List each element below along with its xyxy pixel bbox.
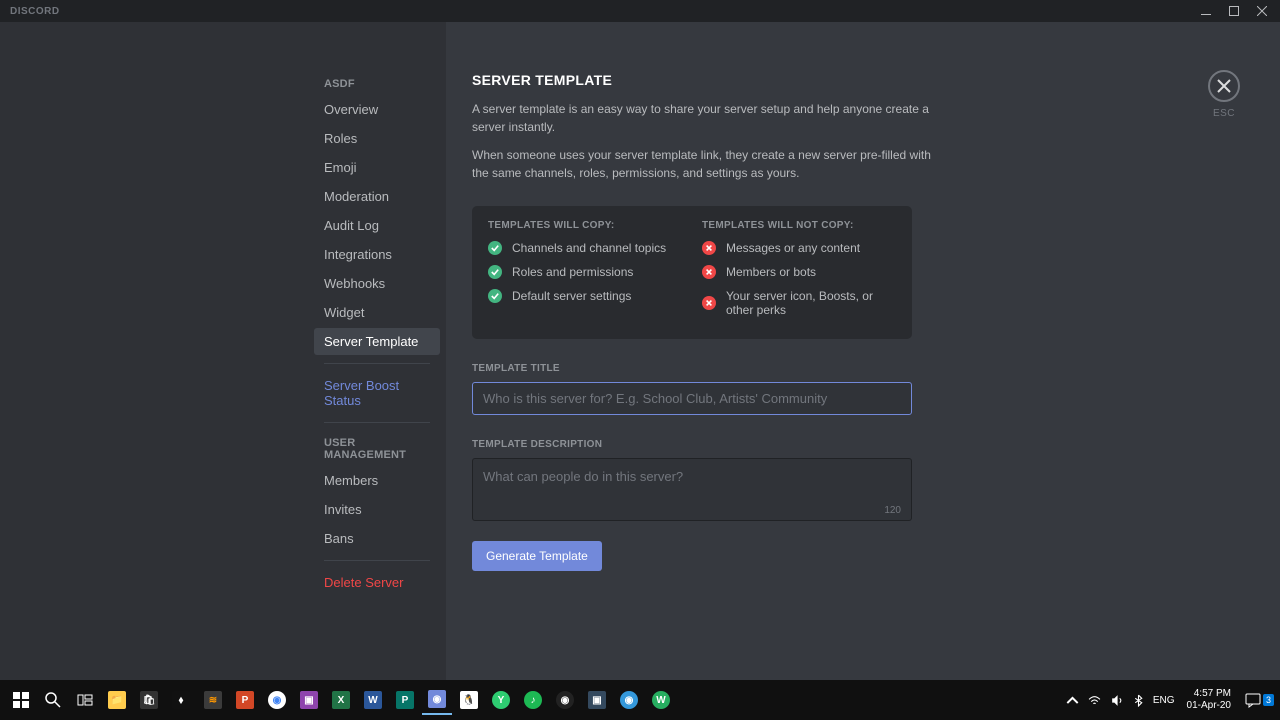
sidebar-item-delete-server[interactable]: Delete Server xyxy=(314,569,440,596)
tray-wifi-icon[interactable] xyxy=(1087,692,1103,708)
titlebar: DISCORD xyxy=(0,0,1280,22)
tray-datetime[interactable]: 4:57 PM 01-Apr-20 xyxy=(1181,688,1237,712)
taskbar-excel-icon[interactable]: X xyxy=(326,685,356,715)
close-icon xyxy=(1217,79,1231,93)
start-button[interactable] xyxy=(6,685,36,715)
wont-copy-text: Your server icon, Boosts, or other perks xyxy=(726,289,896,317)
taskbar-powerpoint-icon[interactable]: P xyxy=(230,685,260,715)
sidebar-item-audit-log[interactable]: Audit Log xyxy=(314,212,440,239)
tray-language-label[interactable]: ENG xyxy=(1153,695,1175,706)
taskbar-app-icon[interactable]: W xyxy=(646,685,676,715)
x-icon xyxy=(702,265,716,279)
sidebar-divider xyxy=(324,422,430,423)
x-icon xyxy=(702,241,716,255)
sidebar-item-widget[interactable]: Widget xyxy=(314,299,440,326)
wont-copy-header: TEMPLATES WILL NOT COPY: xyxy=(702,220,896,231)
taskbar-spotify-icon[interactable]: ♪ xyxy=(518,685,548,715)
esc-label: ESC xyxy=(1213,108,1235,119)
sidebar-server-name: ASDF xyxy=(314,72,440,96)
template-title-label: TEMPLATE TITLE xyxy=(472,363,1240,374)
description-char-count: 120 xyxy=(884,505,901,516)
taskbar-word-icon[interactable]: W xyxy=(358,685,388,715)
taskbar-app-icon[interactable]: ▣ xyxy=(582,685,612,715)
taskbar-discord-icon[interactable]: ◉ xyxy=(422,685,452,715)
check-icon xyxy=(488,241,502,255)
settings-sidebar: ASDF Overview Roles Emoji Moderation Aud… xyxy=(308,22,446,680)
tray-time: 4:57 PM xyxy=(1187,688,1231,700)
page-description-1: A server template is an easy way to shar… xyxy=(472,100,932,136)
sidebar-divider xyxy=(324,363,430,364)
will-copy-item: Default server settings xyxy=(488,289,682,303)
taskbar-publisher-icon[interactable]: P xyxy=(390,685,420,715)
sidebar-item-moderation[interactable]: Moderation xyxy=(314,183,440,210)
wont-copy-item: Members or bots xyxy=(702,265,896,279)
sidebar-item-server-template[interactable]: Server Template xyxy=(314,328,440,355)
window-minimize-button[interactable] xyxy=(1192,0,1220,22)
page-description-2: When someone uses your server template l… xyxy=(472,146,932,182)
will-copy-header: TEMPLATES WILL COPY: xyxy=(488,220,682,231)
sidebar-item-webhooks[interactable]: Webhooks xyxy=(314,270,440,297)
content-area: SERVER TEMPLATE A server template is an … xyxy=(446,22,1280,680)
left-gutter xyxy=(0,22,308,680)
sidebar-item-bans[interactable]: Bans xyxy=(314,525,440,552)
taskbar-sublime-icon[interactable]: ≋ xyxy=(198,685,228,715)
tray-date: 01-Apr-20 xyxy=(1187,700,1231,712)
wont-copy-item: Messages or any content xyxy=(702,241,896,255)
page-title: SERVER TEMPLATE xyxy=(472,72,932,88)
taskbar-app-icon[interactable]: ▣ xyxy=(294,685,324,715)
template-description-label: TEMPLATE DESCRIPTION xyxy=(472,439,1240,450)
taskbar-store-icon[interactable]: 🛍 xyxy=(134,685,164,715)
wont-copy-text: Messages or any content xyxy=(726,241,860,255)
template-title-input[interactable] xyxy=(472,382,912,415)
will-copy-item: Roles and permissions xyxy=(488,265,682,279)
search-button[interactable] xyxy=(38,685,68,715)
taskbar-file-explorer-icon[interactable]: 📁 xyxy=(102,685,132,715)
template-copy-info-box: TEMPLATES WILL COPY: Channels and channe… xyxy=(472,206,912,339)
app-name: DISCORD xyxy=(4,6,60,17)
check-icon xyxy=(488,289,502,303)
wont-copy-item: Your server icon, Boosts, or other perks xyxy=(702,289,896,317)
tray-volume-icon[interactable] xyxy=(1109,692,1125,708)
taskbar-app-icon[interactable]: ◉ xyxy=(614,685,644,715)
generate-template-button[interactable]: Generate Template xyxy=(472,541,602,571)
taskbar-app-icon[interactable]: 🐧 xyxy=(454,685,484,715)
window-close-button[interactable] xyxy=(1248,0,1276,22)
sidebar-item-boost-status[interactable]: Server Boost Status xyxy=(314,372,440,414)
template-description-textarea[interactable] xyxy=(473,459,911,515)
taskbar-dropbox-icon[interactable]: ⬧ xyxy=(166,685,196,715)
taskbar-chrome-icon[interactable]: ◉ xyxy=(262,685,292,715)
wont-copy-text: Members or bots xyxy=(726,265,816,279)
will-copy-text: Channels and channel topics xyxy=(512,241,666,255)
will-copy-item: Channels and channel topics xyxy=(488,241,682,255)
check-icon xyxy=(488,265,502,279)
sidebar-divider xyxy=(324,560,430,561)
windows-taskbar: 📁 🛍 ⬧ ≋ P ◉ ▣ X W P ◉ 🐧 Y ♪ ◉ ▣ ◉ W ENG … xyxy=(0,680,1280,720)
sidebar-user-mgmt-header: USER MANAGEMENT xyxy=(314,431,440,467)
sidebar-item-invites[interactable]: Invites xyxy=(314,496,440,523)
taskbar-obs-icon[interactable]: ◉ xyxy=(550,685,580,715)
will-copy-text: Default server settings xyxy=(512,289,631,303)
sidebar-item-overview[interactable]: Overview xyxy=(314,96,440,123)
window-maximize-button[interactable] xyxy=(1220,0,1248,22)
tray-notif-count: 3 xyxy=(1263,694,1274,706)
close-settings-button[interactable] xyxy=(1208,70,1240,102)
will-copy-text: Roles and permissions xyxy=(512,265,633,279)
tray-chevron-up-icon[interactable] xyxy=(1065,692,1081,708)
tray-notifications-icon[interactable] xyxy=(1243,690,1263,710)
tray-bluetooth-icon[interactable] xyxy=(1131,692,1147,708)
sidebar-item-members[interactable]: Members xyxy=(314,467,440,494)
sidebar-item-integrations[interactable]: Integrations xyxy=(314,241,440,268)
sidebar-item-roles[interactable]: Roles xyxy=(314,125,440,152)
sidebar-item-emoji[interactable]: Emoji xyxy=(314,154,440,181)
x-icon xyxy=(702,296,716,310)
taskbar-app-icon[interactable]: Y xyxy=(486,685,516,715)
task-view-button[interactable] xyxy=(70,685,100,715)
